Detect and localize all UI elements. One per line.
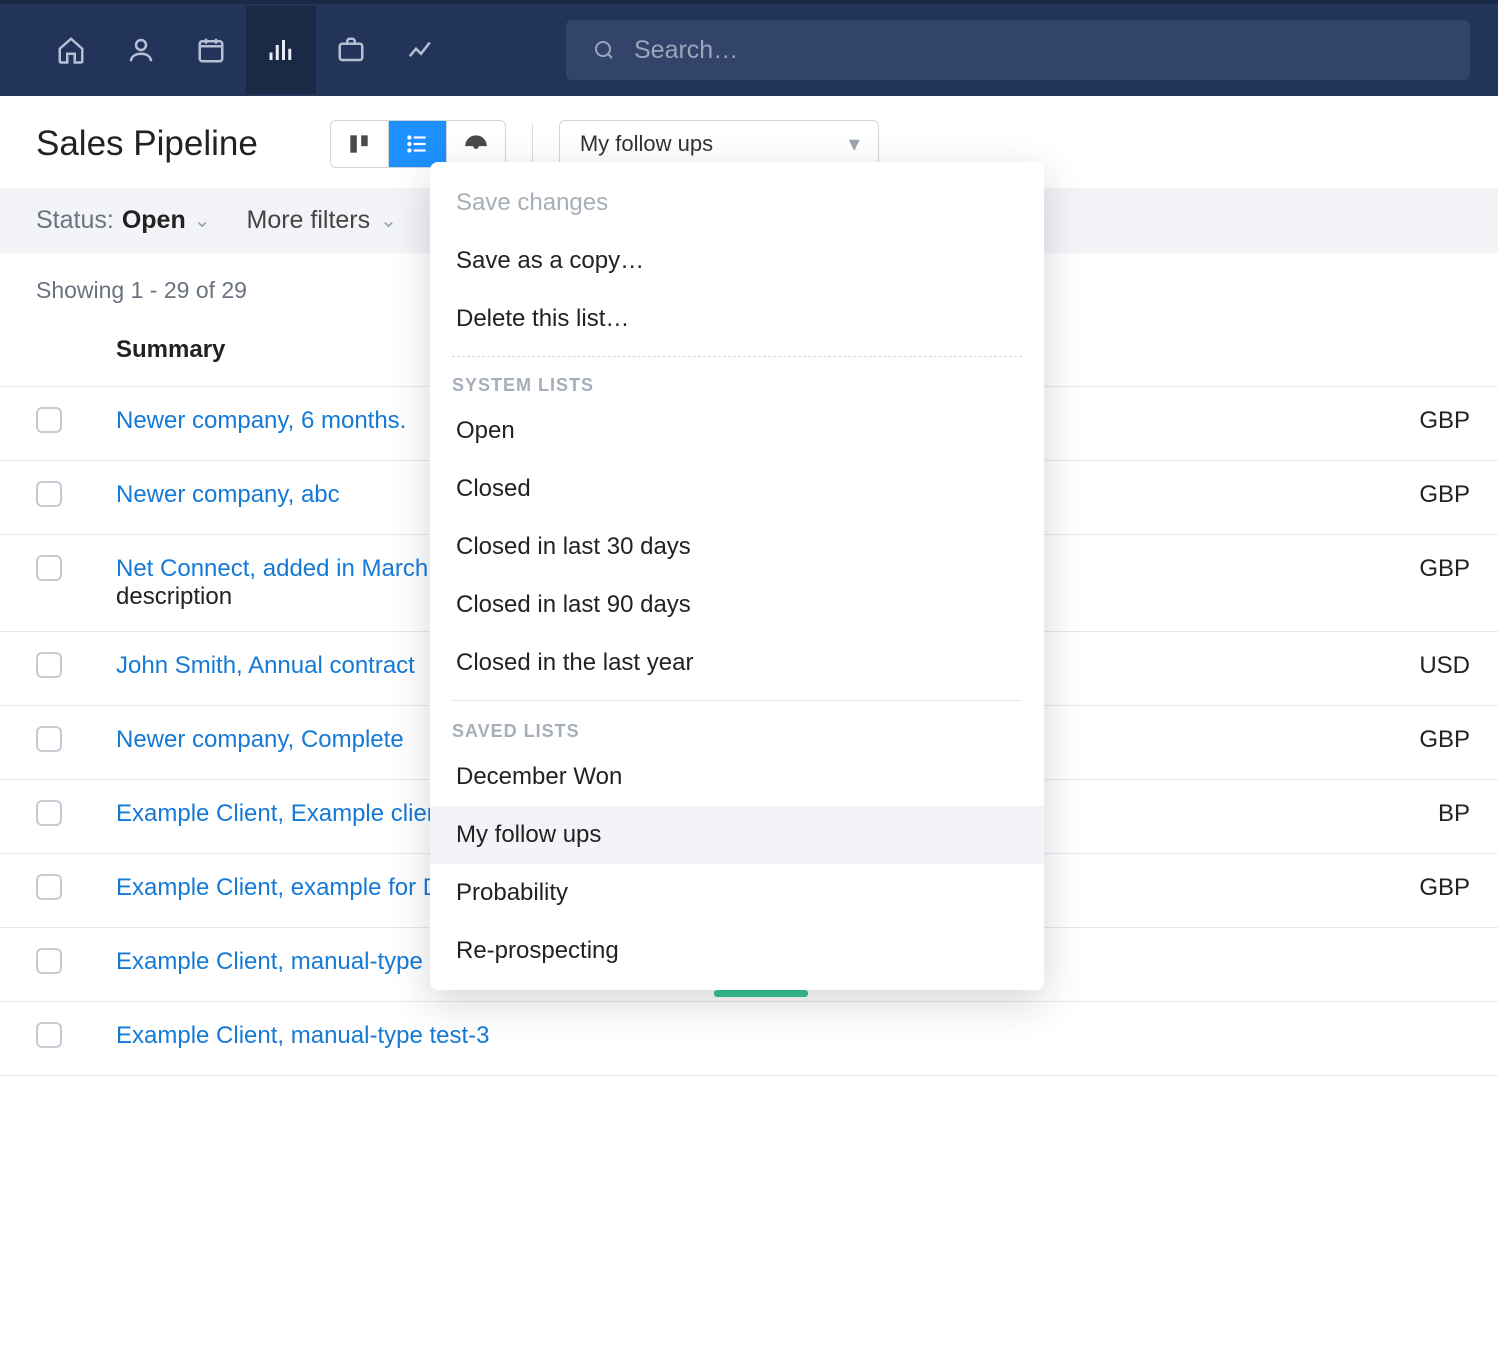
row-currency: USD <box>1234 632 1498 706</box>
chevron-down-icon: ⌄ <box>380 208 397 233</box>
kanban-view-button[interactable] <box>331 121 389 167</box>
dropdown-label: My follow ups <box>580 131 713 157</box>
row-currency: GBP <box>1234 706 1498 780</box>
row-summary-link[interactable]: Example Client, example for David <box>116 874 484 901</box>
briefcase-icon[interactable] <box>316 6 386 94</box>
row-summary-link[interactable]: Net Connect, added in March 2 <box>116 555 448 582</box>
system-list-item[interactable]: Closed in last 90 days <box>430 576 1044 634</box>
system-lists-header: SYSTEM LISTS <box>430 365 1044 402</box>
row-summary-link[interactable]: Example Client, manual-type test-3 <box>116 1022 490 1049</box>
divider <box>452 700 1022 701</box>
row-summary-link[interactable]: John Smith, Annual contract <box>116 652 415 679</box>
page-title: Sales Pipeline <box>36 124 258 164</box>
row-currency: GBP <box>1234 854 1498 928</box>
row-summary-link[interactable]: Newer company, Complete <box>116 726 404 753</box>
row-currency: GBP <box>1234 535 1498 632</box>
saved-list-item[interactable]: Probability <box>430 864 1044 922</box>
system-list-item[interactable]: Closed in the last year <box>430 634 1044 692</box>
search-input[interactable] <box>634 36 1444 65</box>
row-summary-link[interactable]: Newer company, 6 months. <box>116 407 406 434</box>
table-row[interactable]: Example Client, manual-type test-3 <box>0 1002 1498 1076</box>
delete-list-item[interactable]: Delete this list… <box>430 290 1044 348</box>
row-currency: BP <box>1234 780 1498 854</box>
chevron-down-icon: ⌄ <box>194 208 211 233</box>
row-currency: GBP <box>1234 461 1498 535</box>
list-dropdown-panel: Save changes Save as a copy… Delete this… <box>430 162 1044 990</box>
row-checkbox[interactable] <box>36 726 62 752</box>
row-summary-link[interactable]: Newer company, abc <box>116 481 340 508</box>
saved-lists-header: SAVED LISTS <box>430 711 1044 748</box>
row-checkbox[interactable] <box>36 555 62 581</box>
dashboard-view-button[interactable] <box>447 121 505 167</box>
saved-list-item[interactable]: December Won <box>430 748 1044 806</box>
row-checkbox[interactable] <box>36 948 62 974</box>
person-icon[interactable] <box>106 6 176 94</box>
row-currency <box>1234 1002 1498 1076</box>
system-list-item[interactable]: Closed in last 30 days <box>430 518 1044 576</box>
chevron-down-icon: ▾ <box>849 131 860 157</box>
status-filter[interactable]: Status: Open ⌄ <box>36 206 211 235</box>
saved-list-item[interactable]: My follow ups <box>430 806 1044 864</box>
more-filters[interactable]: More filters ⌄ <box>247 206 397 235</box>
status-label: Status: <box>36 206 114 235</box>
top-navbar <box>0 0 1498 96</box>
row-checkbox[interactable] <box>36 1022 62 1048</box>
pipeline-icon[interactable] <box>246 6 316 94</box>
row-currency <box>1234 928 1498 1002</box>
row-checkbox[interactable] <box>36 652 62 678</box>
row-checkbox[interactable] <box>36 481 62 507</box>
list-view-button[interactable] <box>389 121 447 167</box>
system-list-item[interactable]: Closed <box>430 460 1044 518</box>
save-as-copy-item[interactable]: Save as a copy… <box>430 232 1044 290</box>
row-currency: GBP <box>1234 387 1498 461</box>
search-bar[interactable] <box>566 20 1470 80</box>
saved-list-dropdown[interactable]: My follow ups ▾ <box>559 120 879 168</box>
trend-icon[interactable] <box>386 6 456 94</box>
search-icon <box>592 38 616 62</box>
calendar-icon[interactable] <box>176 6 246 94</box>
row-checkbox[interactable] <box>36 407 62 433</box>
more-filters-label: More filters <box>247 206 371 235</box>
status-value: Open <box>122 206 186 235</box>
nav-icons <box>36 6 456 94</box>
progress-indicator <box>714 990 808 997</box>
toolbar-divider <box>532 124 533 164</box>
saved-list-item[interactable]: Re-prospecting <box>430 922 1044 980</box>
row-checkbox[interactable] <box>36 800 62 826</box>
row-checkbox[interactable] <box>36 874 62 900</box>
view-switch <box>330 120 506 168</box>
home-icon[interactable] <box>36 6 106 94</box>
save-changes-item: Save changes <box>430 174 1044 232</box>
divider <box>452 356 1022 357</box>
system-list-item[interactable]: Open <box>430 402 1044 460</box>
